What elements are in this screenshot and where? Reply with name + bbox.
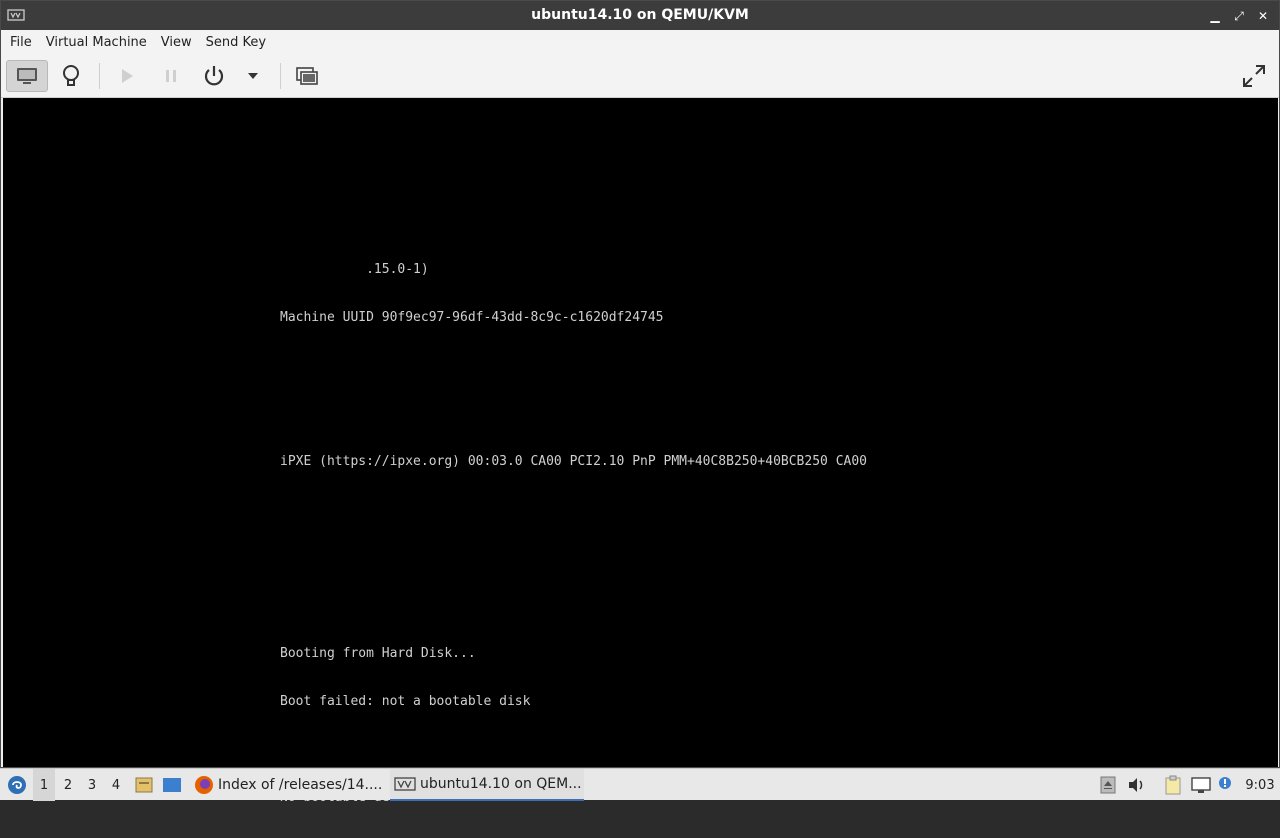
file-manager-icon xyxy=(135,777,153,793)
console-line: Booting from Hard Disk... xyxy=(280,646,476,661)
lxqt-start-icon xyxy=(8,776,26,794)
console-line: iPXE (https://ipxe.org) 00:03.0 CA00 PCI… xyxy=(280,454,867,469)
vm-window: ubuntu14.10 on QEMU/KVM ▁ ⤢ ✕ File Virtu… xyxy=(0,0,1280,805)
maximize-button[interactable]: ⤢ xyxy=(1229,6,1249,26)
toolbar xyxy=(1,55,1279,98)
console-button[interactable] xyxy=(6,60,48,92)
details-button[interactable] xyxy=(54,60,88,92)
details-lightbulb-icon xyxy=(63,65,79,86)
task-label: Index of /releases/14.... xyxy=(218,777,383,793)
window-titlebar[interactable]: ubuntu14.10 on QEMU/KVM ▁ ⤢ ✕ xyxy=(1,1,1279,30)
power-menu-dropdown-icon xyxy=(248,73,258,79)
console-icon xyxy=(17,68,37,84)
power-icon xyxy=(204,66,224,86)
menu-view[interactable]: View xyxy=(154,30,199,55)
firefox-icon xyxy=(195,776,213,794)
taskbar: 1 2 3 4 Index of /releases/14.... ubuntu… xyxy=(0,768,1280,801)
task-virt-manager[interactable]: ubuntu14.10 on QEM... xyxy=(390,769,584,801)
clock[interactable]: 9:03 xyxy=(1244,769,1276,801)
tray-volume-button[interactable] xyxy=(1125,769,1147,801)
snapshots-button[interactable] xyxy=(290,60,324,92)
vm-console-screen[interactable]: .15.0-1) Machine UUID 90f9ec97-96df-43dd… xyxy=(3,98,1278,805)
console-output: .15.0-1) Machine UUID 90f9ec97-96df-43dd… xyxy=(280,230,867,838)
show-desktop-icon xyxy=(163,778,181,792)
console-line: Boot failed: not a bootable disk xyxy=(280,694,531,709)
menu-send-key[interactable]: Send Key xyxy=(199,30,273,55)
menubar: File Virtual Machine View Send Key xyxy=(1,30,1279,55)
menu-virtual-machine[interactable]: Virtual Machine xyxy=(39,30,154,55)
run-icon xyxy=(122,69,133,83)
task-label: ubuntu14.10 on QEM... xyxy=(420,776,582,792)
menu-file[interactable]: File xyxy=(3,30,39,55)
file-manager-launcher[interactable] xyxy=(133,769,155,801)
tray-clipboard-button[interactable] xyxy=(1162,769,1184,801)
console-line: Machine UUID 90f9ec97-96df-43dd-8c9c-c16… xyxy=(280,310,664,325)
close-button[interactable]: ✕ xyxy=(1253,6,1273,26)
start-menu-button[interactable] xyxy=(4,769,30,801)
minimize-button[interactable]: ▁ xyxy=(1205,6,1225,26)
pause-icon xyxy=(166,70,176,82)
eject-icon xyxy=(1100,776,1116,794)
workspace-4[interactable]: 4 xyxy=(105,769,127,801)
show-desktop-button[interactable] xyxy=(161,769,183,801)
fullscreen-icon xyxy=(1243,65,1265,87)
network-icon xyxy=(1191,777,1211,793)
tray-network-button[interactable] xyxy=(1190,769,1212,801)
tray-eject-button[interactable] xyxy=(1098,769,1118,801)
power-button[interactable] xyxy=(197,60,231,92)
toolbar-separator xyxy=(99,63,100,89)
pause-button[interactable] xyxy=(154,60,188,92)
workspace-1[interactable]: 1 xyxy=(33,769,55,801)
fullscreen-button[interactable] xyxy=(1237,60,1271,92)
volume-icon xyxy=(1129,778,1143,792)
run-button[interactable] xyxy=(110,60,144,92)
snapshots-icon xyxy=(296,67,318,85)
workspace-3[interactable]: 3 xyxy=(81,769,103,801)
notification-icon xyxy=(1219,777,1231,789)
toolbar-separator xyxy=(280,63,281,89)
console-line: .15.0-1) xyxy=(280,262,429,277)
workspace-2[interactable]: 2 xyxy=(57,769,79,801)
tray-notification-button[interactable] xyxy=(1216,769,1234,801)
virt-manager-icon xyxy=(394,777,416,791)
task-firefox[interactable]: Index of /releases/14.... xyxy=(190,769,386,801)
power-menu-dropdown[interactable] xyxy=(236,60,270,92)
window-title: ubuntu14.10 on QEMU/KVM xyxy=(531,7,749,23)
clipboard-icon xyxy=(1165,775,1181,795)
